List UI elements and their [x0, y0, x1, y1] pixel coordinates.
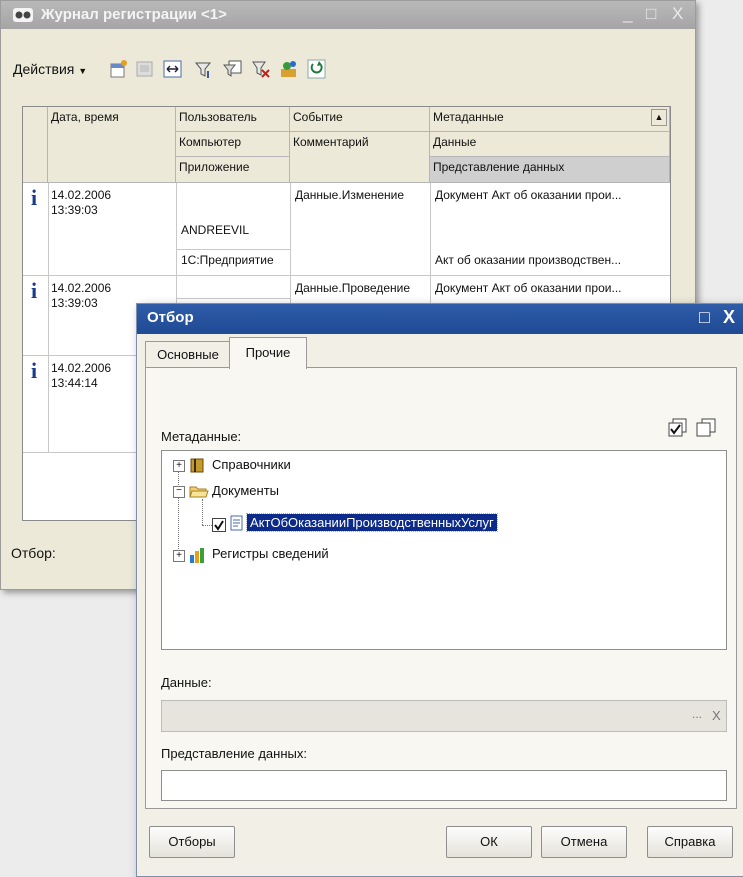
document-icon	[230, 515, 243, 531]
column-header-metadata[interactable]: Метаданные	[430, 107, 670, 132]
users-icon[interactable]	[279, 59, 299, 79]
interval-icon[interactable]	[163, 59, 183, 79]
tree-connector	[202, 525, 212, 526]
checkbox-act[interactable]	[212, 518, 226, 532]
row-date: 14.02.2006	[51, 188, 112, 202]
column-header-datetime[interactable]: Дата, время	[48, 107, 176, 183]
help-button[interactable]: Справка	[647, 826, 733, 858]
log-title-bar[interactable]: Журнал регистрации <1> _ □ X	[1, 1, 695, 29]
tree-item-catalogs[interactable]: Справочники	[212, 457, 291, 472]
tree-item-registers[interactable]: Регистры сведений	[212, 546, 329, 561]
metadata-tree[interactable]: + Справочники − Документы АктОбОказанииП…	[161, 450, 727, 650]
cell-divider	[176, 249, 290, 250]
row-time: 13:39:03	[51, 296, 98, 310]
log-window-title: Журнал регистрации <1>	[41, 6, 227, 23]
row-user: ANDREEVIL	[181, 223, 250, 237]
row-event: Данные.Проведение	[295, 281, 410, 295]
dropdown-arrow-icon: ▼	[78, 66, 88, 76]
dialog-title-bar[interactable]: Отбор □ X	[137, 304, 743, 334]
data-presentation-label: Представление данных:	[161, 746, 307, 761]
tree-item-documents[interactable]: Документы	[212, 483, 279, 498]
row-date: 14.02.2006	[51, 361, 112, 375]
clear-button[interactable]: X	[712, 708, 721, 723]
tree-connector	[178, 469, 179, 549]
tree-connector	[202, 499, 203, 525]
expand-icon[interactable]: +	[173, 550, 185, 562]
tab-main[interactable]: Основные	[145, 341, 231, 368]
folder-open-icon	[189, 486, 209, 498]
table-row[interactable]: i 14.02.2006 13:39:03 ANDREEVIL 1С:Предп…	[23, 183, 670, 276]
filters-button[interactable]: Отборы	[149, 826, 235, 858]
properties-icon[interactable]	[109, 59, 129, 79]
catalogs-icon	[190, 458, 204, 473]
ok-button[interactable]: ОК	[446, 826, 532, 858]
tree-item-act[interactable]: АктОбОказанииПроизводственныхУслуг	[246, 513, 498, 532]
collapse-icon[interactable]: −	[173, 486, 185, 498]
data-field[interactable]: ... X	[161, 700, 727, 732]
row-date: 14.02.2006	[51, 281, 112, 295]
metadata-label: Метаданные:	[161, 429, 242, 444]
cell-divider	[176, 298, 290, 299]
filter-status-label: Отбор:	[11, 545, 56, 561]
column-header-application[interactable]: Приложение	[176, 157, 290, 183]
row-time: 13:44:14	[51, 376, 98, 390]
expand-icon[interactable]: +	[173, 460, 185, 472]
row-metadata: Документ Акт об оказании прои...	[435, 188, 622, 202]
column-header-data[interactable]: Данные	[430, 132, 670, 157]
actions-menu[interactable]: Действия ▼	[13, 61, 87, 77]
close-button[interactable]: X	[672, 4, 683, 24]
uncheck-all-icon[interactable]	[696, 418, 718, 438]
app-icon	[13, 8, 33, 22]
maximize-button[interactable]: □	[646, 4, 656, 24]
registers-icon	[190, 548, 204, 563]
check-all-icon[interactable]	[668, 418, 690, 438]
info-icon: i	[31, 185, 38, 210]
clear-filter-icon[interactable]	[251, 59, 271, 79]
refresh-icon[interactable]	[307, 59, 327, 79]
data-label: Данные:	[161, 675, 212, 690]
actions-menu-label: Действия	[13, 61, 75, 77]
dialog-maximize-button[interactable]: □	[699, 307, 710, 328]
dialog-close-button[interactable]: X	[723, 307, 735, 328]
cancel-button[interactable]: Отмена	[541, 826, 627, 858]
info-icon: i	[31, 358, 38, 383]
select-button[interactable]: ...	[692, 707, 702, 721]
row-event: Данные.Изменение	[295, 188, 405, 202]
column-header-comment[interactable]: Комментарий	[290, 132, 430, 183]
filter-dialog: Отбор □ X Основные Прочие Метаданные: + …	[136, 303, 743, 877]
filter-setup-icon[interactable]	[223, 59, 243, 79]
minimize-button[interactable]: _	[623, 4, 632, 24]
row-metadata: Документ Акт об оказании прои...	[435, 281, 622, 295]
icon-column-header	[23, 107, 48, 183]
row-application: 1С:Предприятие	[181, 253, 274, 267]
row-data-presentation: Акт об оказании производствен...	[435, 253, 622, 267]
column-header-user[interactable]: Пользователь	[176, 107, 290, 132]
row-time: 13:39:03	[51, 203, 98, 217]
info-icon: i	[31, 278, 38, 303]
column-header-data-presentation[interactable]: Представление данных	[430, 157, 670, 183]
scroll-up-button[interactable]: ▲	[651, 109, 667, 126]
data-presentation-field[interactable]	[161, 770, 727, 801]
filter-icon[interactable]	[194, 59, 214, 79]
column-header-event[interactable]: Событие	[290, 107, 430, 132]
tab-other[interactable]: Прочие	[229, 337, 307, 369]
column-header-computer[interactable]: Компьютер	[176, 132, 290, 157]
dialog-title: Отбор	[147, 309, 194, 326]
view-icon-disabled[interactable]	[135, 59, 155, 79]
